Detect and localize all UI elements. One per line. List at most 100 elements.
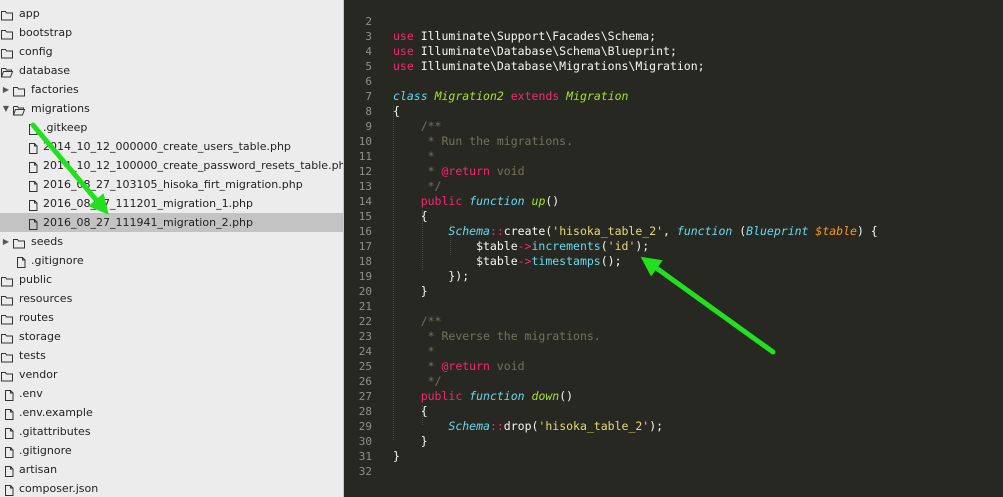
tree-file-row[interactable]: artisan <box>0 460 343 479</box>
code-line: { <box>393 104 400 118</box>
code-line: * <box>427 344 435 358</box>
code-line: use Illuminate\Database\Schema\Blueprint… <box>393 44 677 58</box>
folder-icon <box>1 369 13 382</box>
line-number: 10 <box>358 135 372 148</box>
tree-file-row[interactable]: .env <box>0 384 343 403</box>
line-number: 7 <box>365 90 372 103</box>
tree-folder-row[interactable]: resources <box>0 289 343 308</box>
tree-file-row[interactable]: .gitignore <box>0 441 343 460</box>
tree-item-label: tests <box>19 349 46 362</box>
folder-icon <box>13 84 25 97</box>
tree-file-row[interactable]: .env.example <box>0 403 343 422</box>
line-number: 21 <box>358 300 372 313</box>
tree-item-label: .gitattributes <box>19 425 91 438</box>
tree-file-row[interactable]: 2014_10_12_000000_create_users_table.php <box>0 137 343 156</box>
tree-item-label: 2014_10_12_000000_create_users_table.php <box>43 140 291 153</box>
code-line: * Run the migrations. <box>427 134 574 148</box>
tree-item-label: routes <box>19 311 54 324</box>
line-number: 20 <box>358 285 372 298</box>
tree-file-row[interactable]: .gitignore <box>0 251 343 270</box>
tree-file-row[interactable]: 2014_10_12_100000_create_password_resets… <box>0 156 343 175</box>
tree-item-label: public <box>19 273 53 286</box>
line-number: 18 <box>358 255 372 268</box>
expanded-arrow-icon[interactable]: ▼ <box>1 99 11 118</box>
code-line: { <box>393 209 428 223</box>
collapsed-arrow-icon[interactable]: ▶ <box>1 80 11 99</box>
line-number: 28 <box>358 405 372 418</box>
tree-folder-row[interactable]: ▼ migrations <box>0 99 343 118</box>
code-line: * @return void <box>427 359 525 373</box>
tree-item-label: seeds <box>31 235 63 248</box>
tree-folder-row[interactable]: bootstrap <box>0 23 343 42</box>
tree-item-label: storage <box>19 330 61 343</box>
line-number: 11 <box>358 150 372 163</box>
folder-icon <box>1 274 13 287</box>
line-number: 14 <box>358 195 372 208</box>
line-number: 32 <box>358 465 372 478</box>
tree-file-row[interactable]: 2016_08_27_103105_hisoka_firt_migration.… <box>0 175 343 194</box>
tree-folder-row[interactable]: public <box>0 270 343 289</box>
code-line: * @return void <box>427 164 525 178</box>
code-line: use Illuminate\Support\Facades\Schema; <box>393 29 657 43</box>
code-line: class Migration2 extends Migration <box>393 89 629 103</box>
line-number: 2 <box>365 15 372 28</box>
tree-item-label: .gitignore <box>19 444 72 457</box>
tree-folder-row[interactable]: config <box>0 42 343 61</box>
tree-folder-row[interactable]: ▶ factories <box>0 80 343 99</box>
code-line: * <box>427 149 435 163</box>
line-number: 5 <box>365 60 372 73</box>
tree-item-label: 2016_08_27_111941_migration_2.php <box>43 216 253 229</box>
file-tree-sidebar: app bootstrap config database ▶ factories ▼ mig… <box>0 0 344 497</box>
folder-icon <box>1 312 13 325</box>
tree-folder-row[interactable]: routes <box>0 308 343 327</box>
folder-icon <box>1 350 13 363</box>
code-line: use Illuminate\Database\Migrations\Migra… <box>393 59 705 73</box>
line-number: 16 <box>358 225 372 238</box>
line-number: 31 <box>358 450 372 463</box>
code-line: } <box>393 284 428 298</box>
tree-item-label: .gitignore <box>31 254 84 267</box>
file-icon <box>15 255 27 268</box>
code-line: } <box>393 434 428 448</box>
collapsed-arrow-icon[interactable]: ▶ <box>1 232 11 251</box>
tree-file-row[interactable]: 2016_08_27_111941_migration_2.php <box>0 213 343 232</box>
tree-item-label: .env <box>19 387 43 400</box>
tree-file-row[interactable]: composer.json <box>0 479 343 497</box>
tree-folder-row[interactable]: database <box>0 61 343 80</box>
tree-file-row[interactable]: .gitkeep <box>0 118 343 137</box>
line-number: 22 <box>358 315 372 328</box>
tree-item-label: factories <box>31 83 79 96</box>
folder-icon <box>1 46 13 59</box>
folder-icon <box>1 293 13 306</box>
file-icon <box>3 464 15 477</box>
code-line: public function down() <box>420 389 574 403</box>
file-icon <box>27 179 39 192</box>
line-number: 4 <box>365 45 372 58</box>
tree-folder-row[interactable]: ▶ seeds <box>0 232 343 251</box>
tree-folder-row[interactable]: vendor <box>0 365 343 384</box>
tree-item-label: database <box>19 64 70 77</box>
tree-item-label: 2016_08_27_103105_hisoka_firt_migration.… <box>43 178 303 191</box>
tree-folder-row[interactable]: tests <box>0 346 343 365</box>
code-line: $table->timestamps(); <box>393 254 622 268</box>
file-icon <box>27 217 39 230</box>
code-editor[interactable]: 2 3 use Illuminate\Support\Facades\Schema;… <box>344 0 1003 497</box>
tree-item-label: composer.json <box>19 482 99 495</box>
line-number: 27 <box>358 390 372 403</box>
tree-item-label: artisan <box>19 463 58 476</box>
tree-file-row[interactable]: 2016_08_27_111201_migration_1.php <box>0 194 343 213</box>
code-line: { <box>393 404 428 418</box>
folder-open-icon <box>1 65 14 78</box>
tree-item-label: app <box>19 7 40 20</box>
tree-file-row[interactable]: .gitattributes <box>0 422 343 441</box>
file-icon <box>27 141 39 154</box>
tree-item-label: vendor <box>19 368 58 381</box>
file-icon <box>27 198 39 211</box>
tree-item-label: .gitkeep <box>43 121 88 134</box>
file-icon <box>3 388 15 401</box>
code-line: */ <box>427 374 442 388</box>
tree-folder-row[interactable]: storage <box>0 327 343 346</box>
tree-folder-row[interactable]: app <box>0 4 343 23</box>
tree-item-label: 2016_08_27_111201_migration_1.php <box>43 197 253 210</box>
line-number: 29 <box>358 420 372 433</box>
